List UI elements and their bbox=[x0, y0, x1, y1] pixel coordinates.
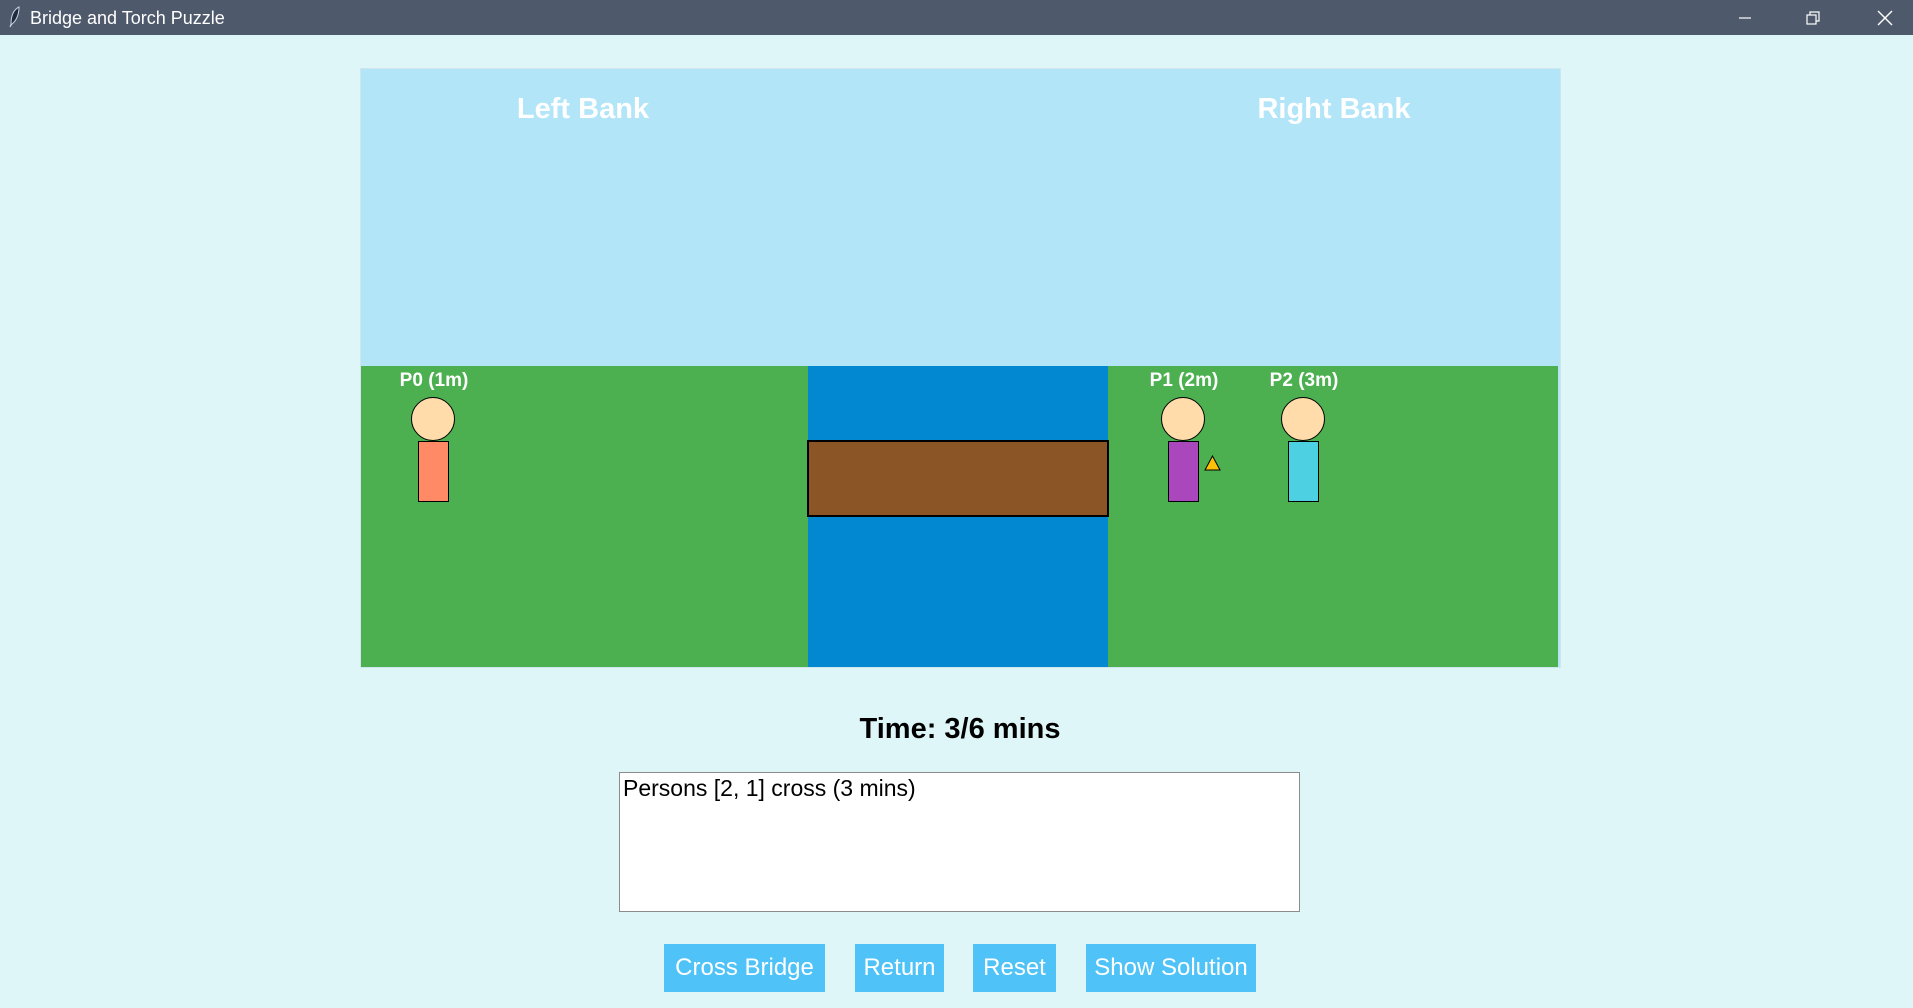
bridge bbox=[807, 440, 1109, 517]
window-title: Bridge and Torch Puzzle bbox=[30, 8, 225, 28]
right-bank-label: Right Bank bbox=[1257, 93, 1411, 125]
person-p1[interactable]: P1 (2m) bbox=[1139, 370, 1229, 510]
time-display: Time: 3/6 mins bbox=[0, 713, 1913, 746]
log-message: Persons [2, 1] cross (3 mins) bbox=[623, 775, 916, 801]
person-label: P2 (3m) bbox=[1269, 370, 1339, 391]
time-text: Time: 3/6 mins bbox=[859, 713, 1061, 745]
person-p0[interactable]: P0 (1m) bbox=[389, 370, 479, 510]
minimize-button[interactable] bbox=[1710, 0, 1780, 35]
reset-button[interactable]: Reset bbox=[973, 944, 1056, 992]
person-head bbox=[411, 397, 455, 441]
person-label: P0 (1m) bbox=[399, 370, 469, 391]
person-body bbox=[1288, 441, 1319, 502]
game-canvas: Left Bank Right Bank P0 (1m) P1 (2m) P2 … bbox=[360, 68, 1561, 668]
person-p2[interactable]: P2 (3m) bbox=[1259, 370, 1349, 510]
person-head bbox=[1281, 397, 1325, 441]
return-button[interactable]: Return bbox=[855, 944, 944, 992]
person-body bbox=[1168, 441, 1199, 502]
restore-button[interactable] bbox=[1778, 0, 1848, 35]
show-solution-button[interactable]: Show Solution bbox=[1086, 944, 1256, 992]
cross-bridge-button[interactable]: Cross Bridge bbox=[664, 944, 825, 992]
message-log[interactable]: Persons [2, 1] cross (3 mins) bbox=[619, 772, 1300, 912]
minimize-icon bbox=[1739, 16, 1751, 19]
torch-triangle-icon bbox=[1204, 455, 1221, 471]
person-label: P1 (2m) bbox=[1149, 370, 1219, 391]
close-button[interactable] bbox=[1850, 0, 1913, 35]
left-bank-label: Left Bank bbox=[516, 93, 650, 125]
person-body bbox=[418, 441, 449, 502]
restore-icon bbox=[1806, 10, 1820, 25]
close-icon bbox=[1877, 10, 1893, 25]
feather-icon bbox=[9, 6, 20, 28]
person-head bbox=[1161, 397, 1205, 441]
title-bar: Bridge and Torch Puzzle bbox=[0, 0, 1913, 35]
